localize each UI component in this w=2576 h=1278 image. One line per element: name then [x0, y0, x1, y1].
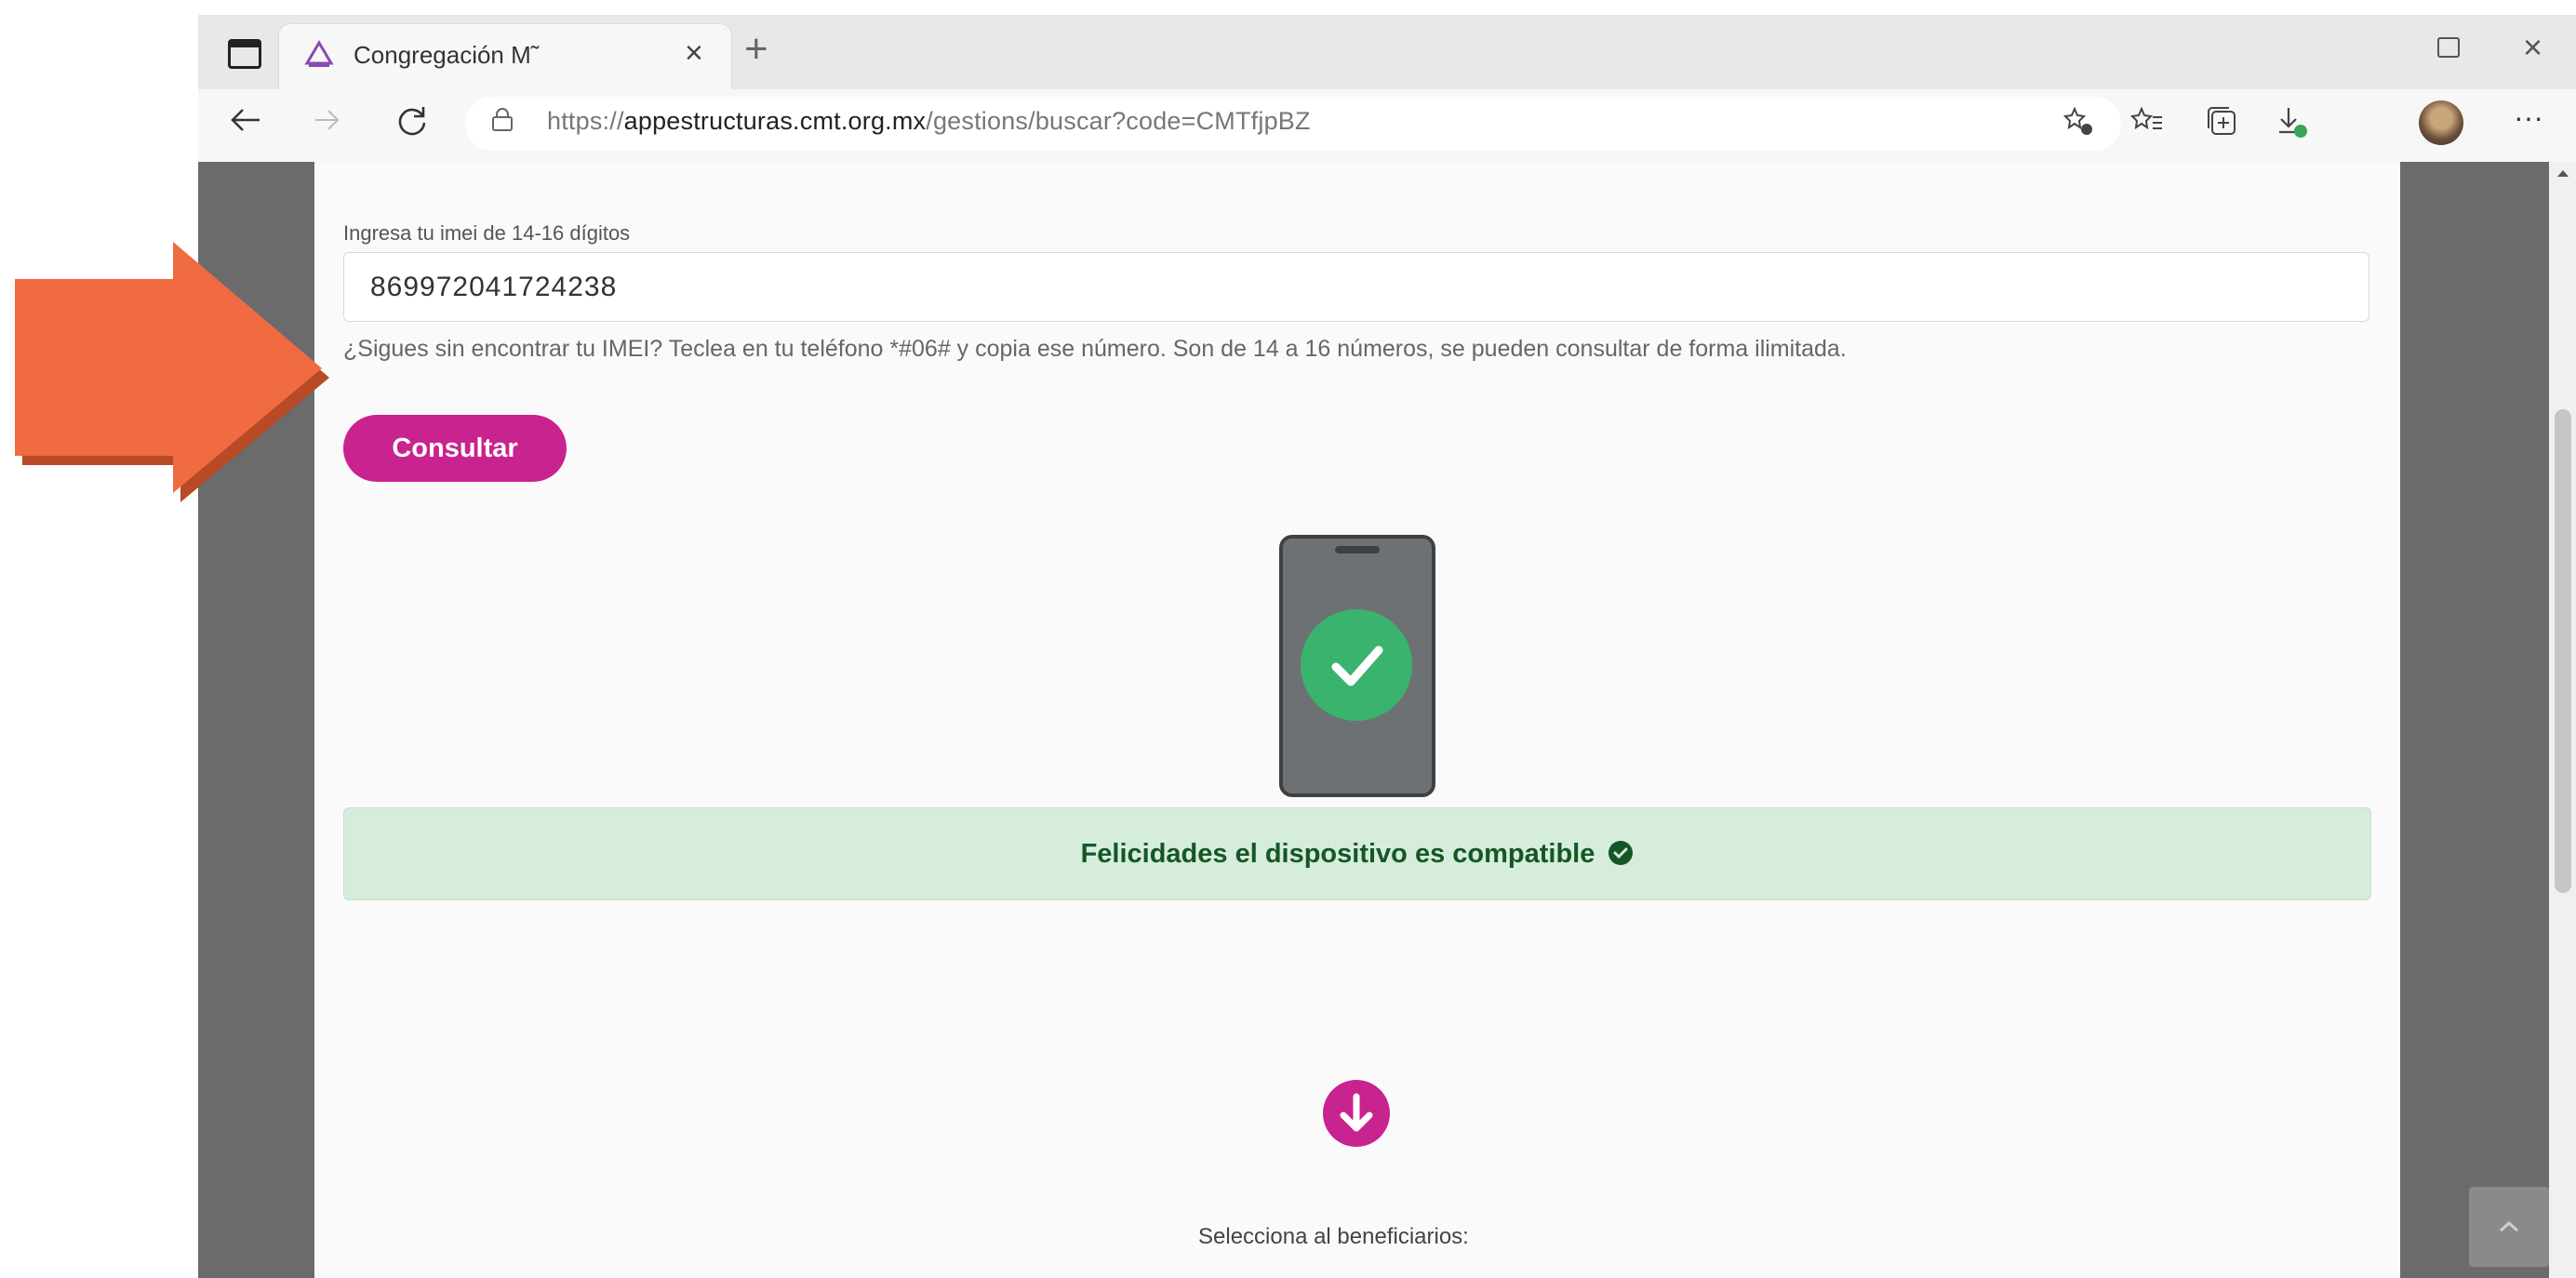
- forward-icon[interactable]: [314, 108, 341, 132]
- success-message-text: Felicidades el dispositivo es compatible: [1080, 839, 1595, 869]
- beneficiaries-label: Selecciona al beneficiarios:: [1198, 1224, 1469, 1249]
- annotation-arrow: [15, 242, 329, 502]
- window-close-icon[interactable]: ×: [2523, 28, 2543, 67]
- collections-icon[interactable]: [2205, 104, 2238, 138]
- favorites-icon[interactable]: [2130, 106, 2164, 138]
- new-tab-button[interactable]: +: [744, 26, 768, 73]
- imei-help-text: ¿Sigues sin encontrar tu IMEI? Teclea en…: [343, 336, 1847, 362]
- consultar-button[interactable]: Consultar: [343, 415, 567, 482]
- back-icon[interactable]: [230, 106, 261, 134]
- favorites-add-icon[interactable]: [2063, 106, 2095, 138]
- arrow-down-glyph: [1340, 1093, 1373, 1132]
- check-icon: [1331, 646, 1383, 686]
- url-prefix: https://: [547, 107, 624, 135]
- success-message: Felicidades el dispositivo es compatible: [343, 839, 2371, 870]
- tab-close-icon[interactable]: ×: [685, 35, 703, 72]
- favicon-icon: [304, 40, 334, 67]
- imei-label: Ingresa tu imei de 14-16 dígitos: [343, 221, 631, 245]
- arrow-down-icon[interactable]: [1323, 1080, 1390, 1147]
- sidebar-toggle-icon[interactable]: [228, 39, 261, 69]
- lock-icon[interactable]: [491, 108, 514, 132]
- imei-input[interactable]: [343, 252, 2369, 322]
- profile-avatar[interactable]: [2419, 100, 2463, 145]
- check-circle-icon: [1301, 609, 1412, 721]
- scroll-to-top-button[interactable]: [2469, 1187, 2549, 1267]
- refresh-icon[interactable]: [395, 104, 429, 138]
- check-badge-icon: [1608, 841, 1634, 865]
- url-host: appestructuras.cmt.org.mx: [623, 107, 927, 135]
- scroll-up-icon[interactable]: [2556, 167, 2570, 179]
- scrollbar-thumb[interactable]: [2555, 409, 2571, 893]
- url-path: /gestions/buscar?code=CMTfjpBZ: [926, 107, 1311, 135]
- url-text[interactable]: https://appestructuras.cmt.org.mx/gestio…: [547, 107, 1311, 136]
- maximize-icon[interactable]: [2437, 37, 2460, 58]
- chevron-up-icon: [2500, 1220, 2518, 1232]
- phone-notch: [1335, 546, 1380, 553]
- download-icon[interactable]: [2276, 104, 2309, 140]
- tab-title: Congregación M˜: [354, 41, 540, 69]
- more-icon[interactable]: ···: [2514, 100, 2543, 135]
